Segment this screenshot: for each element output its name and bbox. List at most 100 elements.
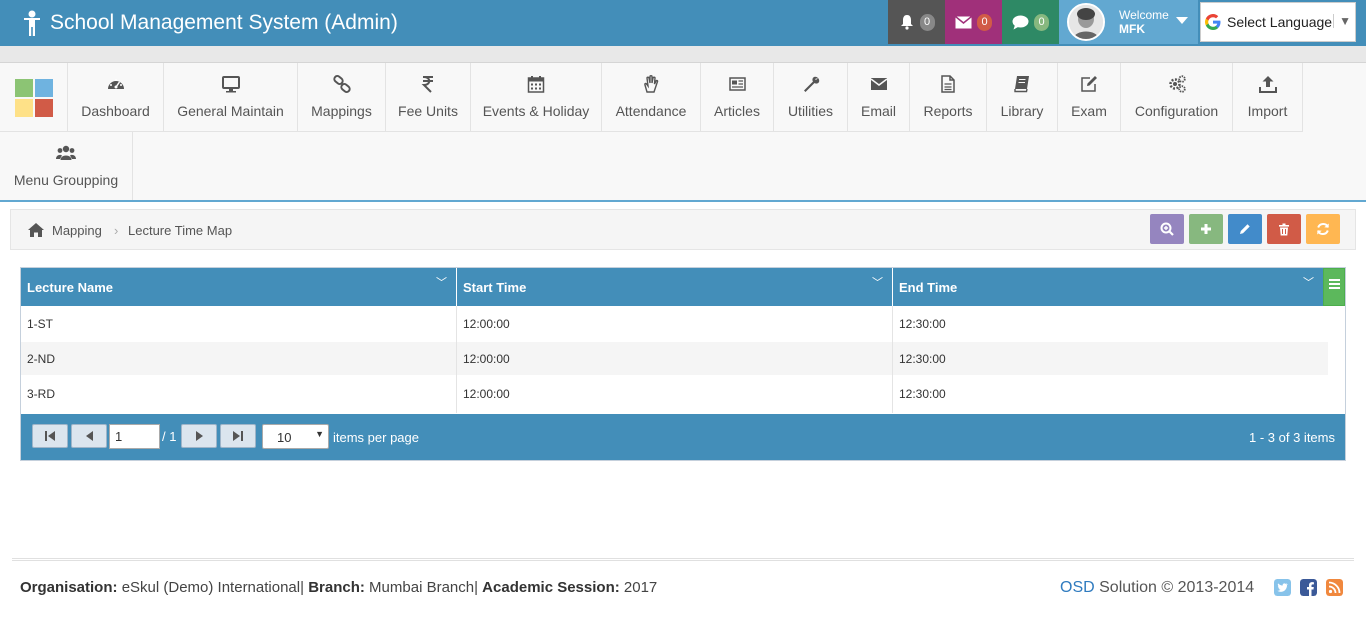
menu-item-configuration[interactable]: Configuration: [1121, 63, 1233, 132]
menu-item-label: Utilities: [787, 103, 834, 119]
cell-lecture-name: 2-ND: [21, 342, 457, 375]
next-page-button[interactable]: [181, 424, 217, 448]
messages-button[interactable]: 0: [945, 0, 1002, 44]
last-page-button[interactable]: [220, 424, 256, 448]
users-icon: [56, 145, 76, 160]
organisation-value: eSkul (Demo) International: [121, 579, 301, 596]
column-title: Start Time: [463, 280, 527, 295]
envelope-icon: [870, 78, 887, 90]
rss-icon[interactable]: [1326, 579, 1343, 596]
column-menu-icon[interactable]: ﹀: [436, 274, 447, 290]
breadcrumb-parent[interactable]: Mapping: [52, 223, 102, 238]
child-icon: [24, 10, 40, 36]
menu-item-utilities[interactable]: Utilities: [774, 63, 848, 132]
first-page-button[interactable]: [32, 424, 68, 448]
cell-lecture-name: 3-RD: [21, 375, 457, 413]
menu-item-attendance[interactable]: Attendance: [602, 63, 701, 132]
menu-item-email[interactable]: Email: [848, 63, 910, 132]
menu-item-label: Attendance: [615, 103, 687, 119]
wrench-icon: [803, 76, 819, 92]
search-button[interactable]: [1150, 214, 1184, 244]
add-button[interactable]: [1189, 214, 1223, 244]
cell-lecture-name: 1-ST: [21, 306, 457, 342]
bell-icon: [900, 15, 913, 30]
file-icon: [941, 75, 955, 93]
menu-item-library[interactable]: Library: [987, 63, 1058, 132]
zoom-in-icon: [1160, 222, 1174, 236]
footer-info: Organisation: eSkul (Demo) International…: [20, 579, 658, 596]
column-header-end-time[interactable]: End Time ﹀: [893, 268, 1323, 306]
sub-header-strip: [0, 46, 1366, 63]
page-size-select[interactable]: 10 ▼: [262, 424, 329, 449]
previous-page-button[interactable]: [71, 424, 107, 448]
cell-end-time: 12:30:00: [899, 317, 946, 331]
menu-item-events-holiday[interactable]: Events & Holiday: [471, 63, 602, 132]
dashboard-icon: [107, 79, 124, 89]
calendar-icon: [527, 76, 545, 93]
newspaper-icon: [729, 77, 746, 91]
hand-icon: [644, 75, 659, 93]
menu-item-reports[interactable]: Reports: [910, 63, 987, 132]
dropdown-arrow-icon: ▼: [315, 429, 324, 439]
menu-item-label: Dashboard: [81, 103, 150, 119]
language-select[interactable]: Select Language ▼: [1200, 2, 1356, 42]
pencil-icon: [1240, 224, 1250, 234]
cell-start-time: 12:00:00: [457, 375, 893, 413]
session-value: 2017: [623, 579, 658, 596]
refresh-icon: [1317, 222, 1329, 236]
organisation-label: Organisation:: [20, 579, 118, 596]
delete-button[interactable]: [1267, 214, 1301, 244]
cell-start-time: 12:00:00: [457, 306, 893, 342]
menu-item-dashboard[interactable]: Dashboard: [68, 63, 164, 132]
facebook-icon[interactable]: [1300, 579, 1317, 596]
user-menu[interactable]: Welcome MFK: [1059, 0, 1198, 44]
caret-down-icon: [1176, 17, 1188, 24]
notifications-button[interactable]: 0: [888, 0, 945, 44]
chats-count: 0: [1034, 13, 1049, 31]
page-total: / 1: [162, 429, 177, 444]
column-header-lecture-name[interactable]: Lecture Name ﹀: [21, 268, 457, 306]
page-number-input[interactable]: 1: [109, 424, 160, 449]
grid-options-button[interactable]: [1323, 268, 1345, 306]
table-row[interactable]: 2-ND 12:00:00 12:30:00: [21, 342, 1328, 375]
breadcrumb-current: Lecture Time Map: [128, 223, 233, 238]
book-icon: [1014, 76, 1029, 93]
menu-item-label: Exam: [1071, 103, 1107, 119]
menu-item-label: Fee Units: [398, 103, 458, 119]
grid-header: Lecture Name ﹀ Start Time ﹀ End Time ﹀: [21, 268, 1323, 306]
menu-item-label: Menu Groupping: [13, 172, 119, 188]
column-menu-icon[interactable]: ﹀: [872, 274, 883, 290]
upload-icon: [1258, 76, 1277, 93]
menu-item-general-maintain[interactable]: General Maintain: [164, 63, 298, 132]
app-title-text: School Management System (Admin): [50, 11, 398, 34]
column-header-start-time[interactable]: Start Time ﹀: [457, 268, 893, 306]
menu-item-label: Articles: [714, 103, 760, 119]
table-row[interactable]: 3-RD 12:00:00 12:30:00: [21, 375, 1328, 413]
menu-item-menu-groupping[interactable]: Menu Groupping: [0, 132, 133, 200]
menu-item-fee-units[interactable]: Fee Units: [386, 63, 471, 132]
user-info: Welcome MFK: [1119, 8, 1169, 36]
main-menu: Dashboard General Maintain Mappings Fee …: [0, 63, 1366, 202]
copyright: OSD Solution © 2013-2014: [1060, 579, 1254, 597]
edit-button[interactable]: [1228, 214, 1262, 244]
menu-item-label: Reports: [923, 103, 973, 119]
table-row[interactable]: 1-ST 12:00:00 12:30:00: [21, 306, 1328, 342]
menu-item-exam[interactable]: Exam: [1058, 63, 1121, 132]
pager-info: 1 - 3 of 3 items: [1249, 430, 1335, 445]
messages-count: 0: [977, 13, 992, 31]
home-icon[interactable]: [27, 222, 45, 238]
top-navbar: School Management System (Admin) 0 0 0 W…: [0, 0, 1366, 46]
menu-item-import[interactable]: Import: [1233, 63, 1303, 132]
rupee-icon: [421, 76, 433, 93]
chats-button[interactable]: 0: [1002, 0, 1059, 44]
link-icon: [332, 75, 351, 93]
app-title[interactable]: School Management System (Admin): [22, 0, 398, 46]
column-menu-icon[interactable]: ﹀: [1303, 274, 1314, 290]
refresh-button[interactable]: [1306, 214, 1340, 244]
menu-item-label: Email: [860, 103, 896, 119]
menu-item-articles[interactable]: Articles: [701, 63, 774, 132]
previous-icon: [85, 431, 93, 441]
logo[interactable]: [0, 63, 68, 132]
menu-item-mappings[interactable]: Mappings: [298, 63, 386, 132]
twitter-icon[interactable]: [1274, 579, 1291, 596]
